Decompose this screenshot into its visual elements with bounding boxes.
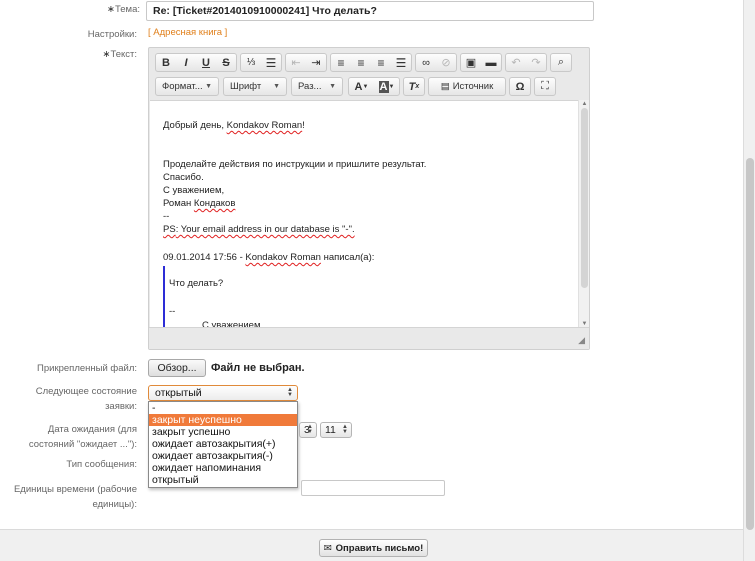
regards-line: С уважением, [163,185,225,196]
hour-arrows-icon: ▲ ▼ [307,424,313,435]
special-char-group: Ω [509,77,531,96]
editor-scrollbar[interactable]: ▲ ▼ [578,100,589,328]
page-scroll-thumb[interactable] [746,158,754,530]
next-state-select[interactable]: открытый ▲ ▼ [148,385,298,401]
list-group: ⅓ ☰ [240,53,282,72]
insert-group: ▣ ▬ [460,53,502,72]
quoted-question: Что делать? [169,278,224,289]
dropdown-option[interactable]: закрыт неуспешно [149,414,297,426]
size-combo[interactable]: Раз... ▼ [291,77,343,96]
maximize-icon[interactable]: ⛶ [535,78,555,95]
quote-bar [163,266,165,328]
hour-stepper[interactable]: 3 ▲ ▼ [299,422,317,438]
unlink-icon[interactable]: ⊘ [436,54,456,71]
dropdown-option[interactable]: открытый [149,474,297,486]
align-right-icon[interactable]: ≡ [371,54,391,71]
maximize-group: ⛶ [534,77,556,96]
source-button[interactable]: ▤ Источник [429,78,505,95]
next-state-dropdown[interactable]: - закрыт неуспешно закрыт успешно ожидает а… [148,401,298,488]
send-button[interactable]: ✉ Оправить письмо! [319,539,428,557]
quoted-separator: -- [169,306,176,317]
dropdown-option[interactable]: ожидает автозакрытия(+) [149,438,297,450]
editor-scroll-thumb[interactable] [581,108,588,288]
link-group: ∞ ⊘ [415,53,457,72]
align-center-icon[interactable]: ≡ [351,54,371,71]
history-group: ↶ ↷ [505,53,547,72]
instruction-line: Проделайте действия по инструкции и приш… [163,159,427,170]
minute-arrows-icon: ▲ ▼ [342,424,348,435]
strikethrough-button[interactable]: S [216,54,236,71]
format-combo[interactable]: Формат... ▼ [155,77,219,96]
indent-icon[interactable]: ⇥ [306,54,326,71]
text-style-group: B I U S [155,53,237,72]
attachment-label: Прикрепленный файл: [37,363,137,374]
font-combo[interactable]: Шрифт ▼ [223,77,287,96]
editor-content[interactable]: Добрый день, Kondakov Roman! Проделайте … [150,100,578,328]
greeting-line: Добрый день, Kondakov Roman! [163,120,305,131]
time-units-label: Единицы времени (рабочие единицы): [13,484,137,510]
time-units-input[interactable] [301,480,445,496]
settings-label: Настройки: [87,29,137,40]
editor-statusbar: ◢ [149,327,589,349]
undo-icon[interactable]: ↶ [506,54,526,71]
subject-label: ∗Тема: [107,4,140,15]
dropdown-option[interactable]: ожидает напоминания [149,462,297,474]
italic-button[interactable]: I [176,54,196,71]
clear-format-group: Tx [403,77,425,96]
source-group: ▤ Источник [428,77,506,96]
scroll-up-icon[interactable]: ▲ [580,100,589,108]
signature-separator: -- [163,211,170,222]
outdent-icon[interactable]: ⇤ [286,54,306,71]
thanks-line: Спасибо. [163,172,204,183]
numbered-list-icon[interactable]: ⅓ [241,54,261,71]
page-scrollbar[interactable] [743,0,755,561]
background-color-icon[interactable]: A ▼ [374,78,399,95]
align-left-icon[interactable]: ≡ [331,54,351,71]
search-icon[interactable]: ⌕ [551,54,571,71]
redo-icon[interactable]: ↷ [526,54,546,71]
underline-button[interactable]: U [196,54,216,71]
color-group: A ▼ A ▼ [348,77,400,96]
ps-line: PS: Your email address in our database i… [163,224,355,235]
bold-button[interactable]: B [156,54,176,71]
align-group: ≡ ≡ ≡ ☰ [330,53,412,72]
remove-format-icon[interactable]: Tx [404,78,424,95]
align-justify-icon[interactable]: ☰ [391,54,411,71]
minute-stepper[interactable]: 11 ▲ ▼ [320,422,352,438]
quote-header-line: 09.01.2014 17:56 - Kondakov Roman написа… [163,252,375,263]
dropdown-option[interactable]: ожидает автозакрытия(-) [149,450,297,462]
browse-button[interactable]: Обзор... [148,359,206,377]
indent-group: ⇤ ⇥ [285,53,327,72]
text-label: ∗Текст: [102,49,137,60]
subject-input[interactable]: Re: [Ticket#2014010910000241] Что делать… [146,1,594,21]
dropdown-option[interactable]: - [149,402,297,414]
source-icon: ▤ [440,81,450,92]
dropdown-option[interactable]: закрыт успешно [149,426,297,438]
signature-line: Роман Кондаков [163,198,236,209]
address-book-link[interactable]: [ Адресная книга ] [148,27,227,39]
text-color-icon[interactable]: A ▼ [349,78,374,95]
select-arrows-icon: ▲ ▼ [287,387,293,398]
resize-grip-icon[interactable]: ◢ [578,335,585,346]
no-file-text: Файл не выбран. [211,362,305,374]
omega-icon[interactable]: Ω [510,78,530,95]
message-type-label: Тип сообщения: [66,459,137,470]
rich-text-editor: B I U S ⅓ ☰ ⇤ ⇥ ≡ ≡ ≡ ☰ ∞ ⊘ ▣ ▬ ↶ ↷ ⌕ Фо… [148,47,590,350]
horizontal-rule-icon[interactable]: ▬ [481,54,501,71]
envelope-icon: ✉ [323,542,332,554]
bullet-list-icon[interactable]: ☰ [261,54,281,71]
image-icon[interactable]: ▣ [461,54,481,71]
search-group: ⌕ [550,53,572,72]
pending-date-label: Дата ожидания (для состояний "ожидает ...… [28,424,137,450]
link-icon[interactable]: ∞ [416,54,436,71]
next-state-label: Следующее состояние заявки: [35,386,137,412]
